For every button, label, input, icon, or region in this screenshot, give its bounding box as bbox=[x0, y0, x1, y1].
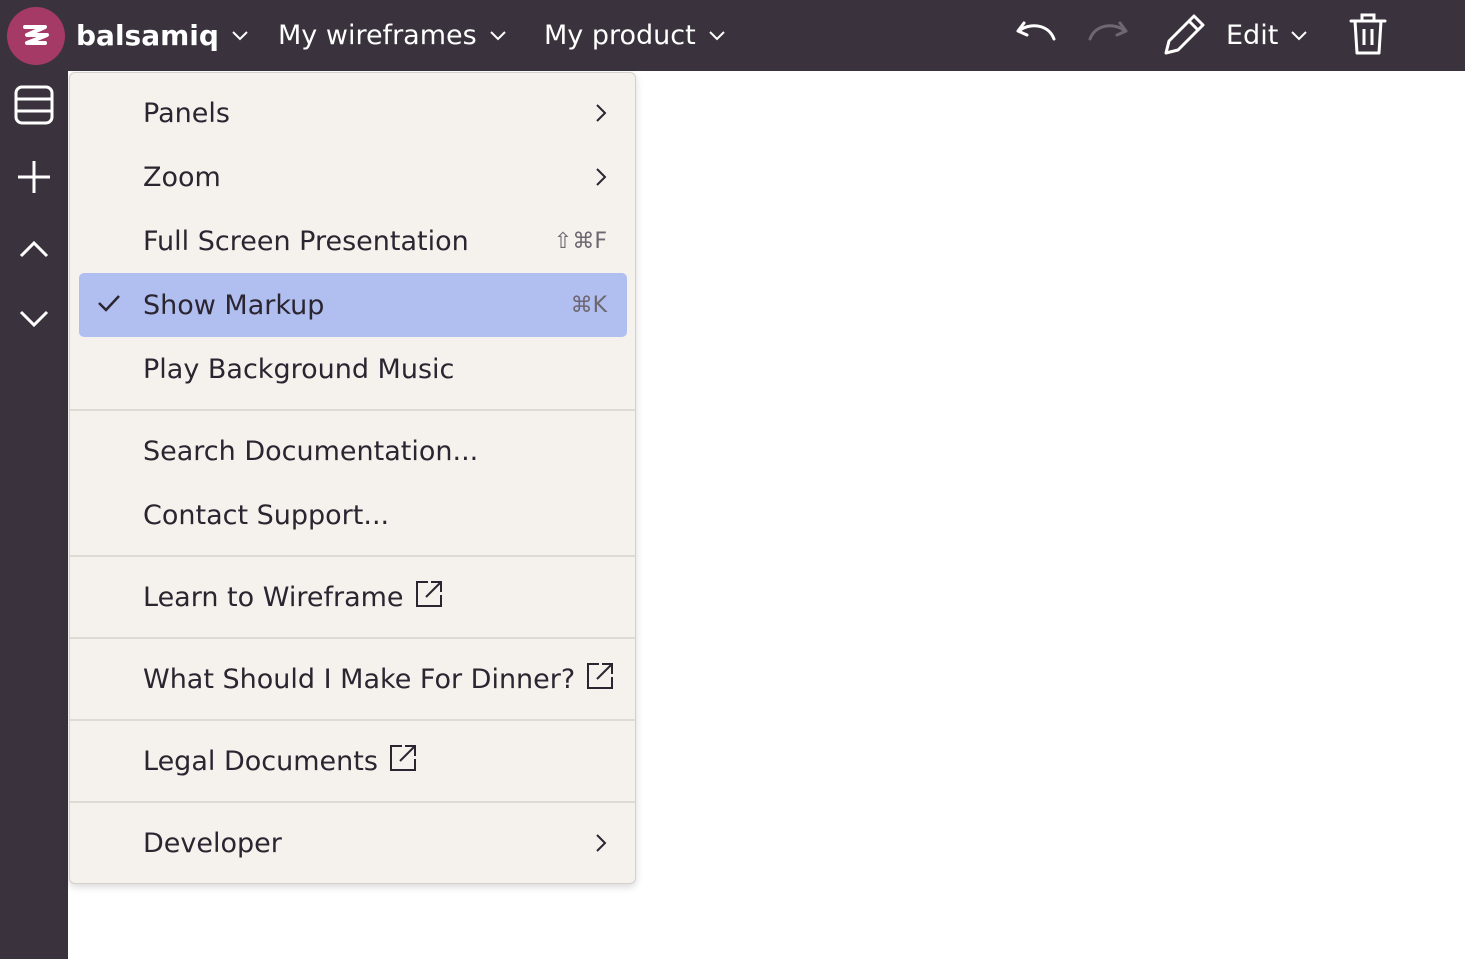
menu-item-label: Full Screen Presentation bbox=[143, 225, 469, 257]
external-link-icon bbox=[585, 661, 615, 698]
menu-item-label-wrap: What Should I Make For Dinner? bbox=[143, 661, 615, 698]
menu-item-learn-to-wireframe[interactable]: Learn to Wireframe bbox=[79, 565, 627, 629]
redo-button[interactable] bbox=[1086, 0, 1130, 71]
redo-icon bbox=[1086, 17, 1130, 55]
chevron-down-icon bbox=[708, 26, 726, 45]
pencil-icon bbox=[1160, 11, 1208, 61]
panels-toggle-button[interactable] bbox=[0, 77, 68, 137]
menu-item-label: Play Background Music bbox=[143, 353, 455, 385]
my-wireframes-label: My wireframes bbox=[278, 20, 477, 51]
menu-item-label: Contact Support... bbox=[143, 499, 390, 531]
chevron-down-icon bbox=[18, 309, 50, 333]
menu-item-label-wrap: Legal Documents bbox=[143, 743, 418, 780]
chevron-right-icon bbox=[595, 833, 607, 853]
menu-divider bbox=[70, 409, 635, 411]
menu-divider bbox=[70, 801, 635, 803]
menu-item-label: Panels bbox=[143, 97, 230, 129]
add-button[interactable] bbox=[0, 149, 68, 209]
balsamiq-logo-icon[interactable] bbox=[7, 7, 65, 65]
external-link-icon bbox=[388, 743, 418, 780]
chevron-down-icon bbox=[231, 26, 249, 45]
menu-item-search-documentation[interactable]: Search Documentation... bbox=[79, 419, 627, 483]
shortcut-label: ⌘K bbox=[570, 292, 607, 318]
plus-icon bbox=[16, 159, 52, 199]
chevron-down-icon bbox=[1290, 26, 1308, 45]
my-product-menu[interactable]: My product bbox=[544, 0, 726, 71]
shortcut-label: ⇧⌘F bbox=[553, 228, 607, 254]
chevron-down-icon bbox=[489, 26, 507, 45]
undo-button[interactable] bbox=[1014, 0, 1058, 71]
edit-label: Edit bbox=[1226, 20, 1279, 51]
edit-menu[interactable]: Edit bbox=[1160, 0, 1308, 71]
menu-divider bbox=[70, 637, 635, 639]
external-link-icon bbox=[414, 579, 444, 616]
menu-item-zoom[interactable]: Zoom bbox=[79, 145, 627, 209]
menu-item-contact-support[interactable]: Contact Support... bbox=[79, 483, 627, 547]
delete-button[interactable] bbox=[1348, 0, 1388, 71]
panels-icon bbox=[13, 84, 55, 130]
menu-item-show-markup[interactable]: Show Markup ⌘K bbox=[79, 273, 627, 337]
top-bar: balsamiq My wireframes My product Edit bbox=[0, 0, 1465, 71]
menu-item-label: Learn to Wireframe bbox=[143, 581, 404, 613]
menu-item-label: Legal Documents bbox=[143, 745, 378, 777]
menu-item-legal-documents[interactable]: Legal Documents bbox=[79, 729, 627, 793]
menu-item-label: Show Markup bbox=[143, 289, 325, 321]
menu-item-full-screen-presentation[interactable]: Full Screen Presentation ⇧⌘F bbox=[79, 209, 627, 273]
menu-item-label-wrap: Learn to Wireframe bbox=[143, 579, 444, 616]
menu-item-label: What Should I Make For Dinner? bbox=[143, 663, 576, 695]
next-button[interactable] bbox=[0, 291, 68, 351]
menu-item-label: Search Documentation... bbox=[143, 435, 479, 467]
my-product-label: My product bbox=[544, 20, 696, 51]
my-wireframes-menu[interactable]: My wireframes bbox=[278, 0, 507, 71]
brand-menu[interactable]: balsamiq bbox=[76, 0, 249, 71]
previous-button[interactable] bbox=[0, 221, 68, 281]
chevron-up-icon bbox=[18, 239, 50, 263]
menu-item-play-background-music[interactable]: Play Background Music bbox=[79, 337, 627, 401]
menu-item-label: Developer bbox=[143, 827, 282, 859]
menu-item-label: Zoom bbox=[143, 161, 221, 193]
left-sidebar bbox=[0, 71, 68, 959]
menu-item-what-should-i-make-for-dinner[interactable]: What Should I Make For Dinner? bbox=[79, 647, 627, 711]
brand-name: balsamiq bbox=[76, 19, 219, 52]
menu-item-developer[interactable]: Developer bbox=[79, 811, 627, 875]
trash-icon bbox=[1348, 11, 1388, 61]
menu-divider bbox=[70, 719, 635, 721]
menu-divider bbox=[70, 555, 635, 557]
menu-item-panels[interactable]: Panels bbox=[79, 81, 627, 145]
undo-icon bbox=[1014, 17, 1058, 55]
brand-dropdown-menu: Panels Zoom Full Screen Presentation ⇧⌘F… bbox=[69, 72, 636, 884]
checkmark-icon bbox=[97, 293, 121, 317]
chevron-right-icon bbox=[595, 167, 607, 187]
chevron-right-icon bbox=[595, 103, 607, 123]
